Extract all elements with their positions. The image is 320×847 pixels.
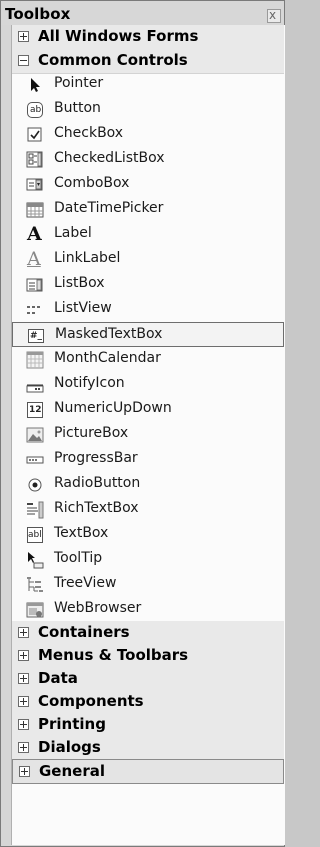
- toolbox-item-checkbox[interactable]: CheckBox: [12, 122, 284, 147]
- item-label: ToolTip: [54, 550, 103, 566]
- item-label: WebBrowser: [54, 600, 142, 616]
- toolbox-item-checkedlistbox[interactable]: CheckedListBox: [12, 147, 284, 172]
- toolbox-item-listview[interactable]: ListView: [12, 297, 284, 322]
- item-label: DateTimePicker: [54, 200, 164, 216]
- item-label: TextBox: [54, 525, 109, 541]
- checkedlistbox-icon: [26, 151, 44, 169]
- listbox-icon: [26, 276, 44, 294]
- expand-icon[interactable]: [18, 696, 29, 707]
- item-label: ListView: [54, 300, 112, 316]
- item-label: TreeView: [54, 575, 117, 591]
- category-label: Data: [38, 669, 78, 687]
- toolbox-item-pointer[interactable]: Pointer: [12, 72, 284, 97]
- datetimepicker-icon: [26, 201, 44, 219]
- category-menus-toolbars[interactable]: Menus & Toolbars: [12, 644, 284, 669]
- expand-icon[interactable]: [18, 31, 29, 42]
- toolbox-item-maskedtextbox[interactable]: #_ MaskedTextBox: [12, 322, 284, 347]
- item-label: CheckBox: [54, 125, 124, 141]
- toolbox-item-monthcalendar[interactable]: MonthCalendar: [12, 347, 284, 372]
- category-general[interactable]: General: [12, 759, 284, 784]
- expand-icon[interactable]: [18, 742, 29, 753]
- expand-icon[interactable]: [18, 673, 29, 684]
- item-label: Button: [54, 100, 101, 116]
- toolbox-item-label[interactable]: A Label: [12, 222, 284, 247]
- toolbox-item-richtextbox[interactable]: RichTextBox: [12, 497, 284, 522]
- button-icon: ab: [26, 101, 44, 119]
- category-containers[interactable]: Containers: [12, 621, 284, 646]
- item-label: NotifyIcon: [54, 375, 125, 391]
- item-label: CheckedListBox: [54, 150, 165, 166]
- toolbox-item-linklabel[interactable]: A LinkLabel: [12, 247, 284, 272]
- category-label: Printing: [38, 715, 106, 733]
- item-label: ProgressBar: [54, 450, 138, 466]
- expand-icon[interactable]: [19, 766, 30, 777]
- maskedtextbox-icon: #_: [28, 329, 44, 343]
- expand-icon[interactable]: [18, 627, 29, 638]
- picturebox-icon: [26, 426, 44, 444]
- toolbox-item-button[interactable]: ab Button: [12, 97, 284, 122]
- category-label: General: [39, 762, 105, 780]
- item-label: ListBox: [54, 275, 105, 291]
- close-icon: x: [269, 8, 277, 22]
- toolbox-item-radiobutton[interactable]: RadioButton: [12, 472, 284, 497]
- toolbox-item-textbox[interactable]: abl TextBox: [12, 522, 284, 547]
- item-label: RadioButton: [54, 475, 141, 491]
- toolbox-window: Toolbox x All Windows Forms Common Contr…: [0, 0, 285, 847]
- richtextbox-icon: [26, 501, 44, 519]
- item-label: LinkLabel: [54, 250, 121, 266]
- toolbox-item-treeview[interactable]: TreeView: [12, 572, 284, 597]
- notifyicon-icon: [26, 376, 44, 394]
- webbrowser-icon: [26, 601, 44, 619]
- item-label: MonthCalendar: [54, 350, 161, 366]
- tooltip-icon: [26, 551, 44, 569]
- textbox-icon: abl: [26, 526, 44, 544]
- item-label: RichTextBox: [54, 500, 139, 516]
- radiobutton-icon: [26, 476, 44, 494]
- progressbar-icon: [26, 451, 44, 469]
- toolbox-content: All Windows Forms Common Controls Pointe…: [11, 25, 285, 845]
- item-label: Pointer: [54, 75, 104, 91]
- treeview-icon: [26, 576, 44, 594]
- toolbox-title: Toolbox: [5, 5, 71, 23]
- toolbox-item-listbox[interactable]: ListBox: [12, 272, 284, 297]
- toolbox-item-tooltip[interactable]: ToolTip: [12, 547, 284, 572]
- category-label: Components: [38, 692, 144, 710]
- toolbox-item-notifyicon[interactable]: NotifyIcon: [12, 372, 284, 397]
- linklabel-icon: A: [27, 248, 41, 270]
- expand-icon[interactable]: [18, 719, 29, 730]
- category-label: Containers: [38, 623, 130, 641]
- toolbox-item-combobox[interactable]: ComboBox: [12, 172, 284, 197]
- item-label: Label: [54, 225, 92, 241]
- item-label: PictureBox: [54, 425, 129, 441]
- expand-icon[interactable]: [18, 650, 29, 661]
- monthcalendar-icon: [26, 351, 44, 369]
- category-label: Common Controls: [38, 51, 188, 69]
- item-label: MaskedTextBox: [55, 326, 163, 342]
- category-all-windows-forms[interactable]: All Windows Forms: [12, 25, 284, 50]
- toolbox-item-webbrowser[interactable]: WebBrowser: [12, 597, 284, 622]
- category-common-controls[interactable]: Common Controls: [12, 49, 284, 74]
- combobox-icon: [26, 176, 44, 194]
- close-button[interactable]: x: [267, 8, 281, 23]
- checkbox-icon: [26, 126, 44, 144]
- collapse-icon[interactable]: [18, 55, 29, 66]
- toolbox-item-picturebox[interactable]: PictureBox: [12, 422, 284, 447]
- pointer-icon: [26, 76, 44, 94]
- item-label: ComboBox: [54, 175, 130, 191]
- toolbox-titlebar[interactable]: Toolbox x: [1, 1, 284, 25]
- category-printing[interactable]: Printing: [12, 713, 284, 738]
- label-icon: A: [27, 223, 42, 245]
- toolbox-item-progressbar[interactable]: ProgressBar: [12, 447, 284, 472]
- numericupdown-icon: 12: [26, 401, 44, 419]
- listview-icon: [26, 301, 44, 319]
- category-dialogs[interactable]: Dialogs: [12, 736, 284, 761]
- category-label: All Windows Forms: [38, 27, 199, 45]
- category-label: Dialogs: [38, 738, 101, 756]
- toolbox-item-numericupdown[interactable]: 12 NumericUpDown: [12, 397, 284, 422]
- category-data[interactable]: Data: [12, 667, 284, 692]
- item-label: NumericUpDown: [54, 400, 172, 416]
- category-label: Menus & Toolbars: [38, 646, 189, 664]
- category-components[interactable]: Components: [12, 690, 284, 715]
- toolbox-item-datetimepicker[interactable]: DateTimePicker: [12, 197, 284, 222]
